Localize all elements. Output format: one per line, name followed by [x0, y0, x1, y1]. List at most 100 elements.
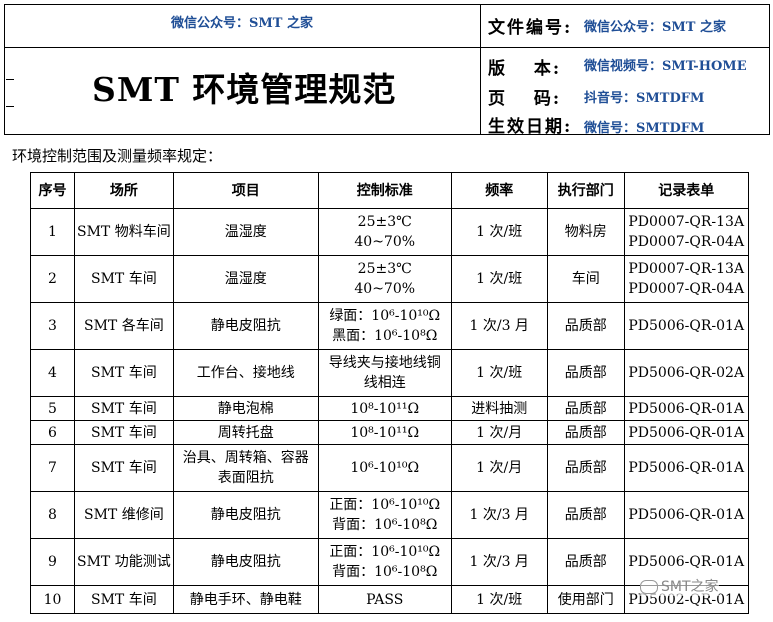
item-cell: 温湿度 [172, 255, 319, 303]
standard-line: 线相连 [363, 375, 406, 391]
table-header-row: 序号 场所 项目 控制标准 频率 执行部门 记录表单 [30, 172, 749, 209]
standard-cell: 绿面：10⁶-10¹⁰Ω 黑面：10⁶-10⁸Ω [317, 302, 452, 350]
table-row: 2 SMT 车间 温湿度 25±3℃ 40~70% 1 次/班 车间 PD0007-QR-13… [30, 255, 749, 303]
record-form-line: PD0007-QR-13A [628, 261, 745, 277]
standard-line: 10⁸-10¹¹Ω [350, 400, 420, 417]
column-header: 控制标准 [317, 172, 452, 209]
department-cell: 品质部 [546, 538, 625, 586]
item-cell: 静电手环、静电鞋 [172, 585, 319, 614]
department-cell: 车间 [546, 255, 625, 303]
standard-cell: 10⁸-10¹¹Ω [317, 420, 452, 445]
frequency-cell: 1 次/月 [450, 420, 548, 445]
record-form-cell: PD5006-QR-01A [623, 302, 749, 350]
margin-mark [6, 106, 14, 107]
watermark: SMT之家 [640, 576, 719, 596]
item-line: 表面阻抗 [217, 470, 274, 486]
standard-line: 40~70% [354, 234, 416, 250]
document-header: 微信公众号：SMT 之家 SMT 环境管理规范 文件编号: 微信公众号：SMT … [0, 0, 773, 138]
standard-cell: 正面：10⁶-10¹⁰Ω 背面：10⁶-10⁸Ω [317, 491, 452, 539]
place-cell: SMT 维修间 [74, 491, 174, 539]
frequency-cell: 1 次/3 月 [450, 491, 548, 539]
standard-cell: 正面：10⁶-10¹⁰Ω 背面：10⁶-10⁸Ω [317, 538, 452, 586]
table-row: 4 SMT 车间 工作台、接地线 导线夹与接地线铜 线相连 1 次/班 品质部 PD5006-… [30, 349, 749, 397]
department-cell: 品质部 [546, 420, 625, 445]
record-form-line: PD5006-QR-01A [628, 460, 745, 476]
column-header: 序号 [30, 172, 75, 209]
header-divider [4, 47, 481, 48]
standard-line: 正面：10⁶-10¹⁰Ω [329, 544, 441, 560]
standard-line: 导线夹与接地线铜 [328, 355, 441, 371]
standard-cell: 25±3℃ 40~70% [317, 255, 452, 303]
standard-line: 黑面：10⁶-10⁸Ω [332, 328, 438, 344]
item-cell: 周转托盘 [172, 420, 319, 445]
version-value: 微信视频号：SMT-HOME [584, 59, 747, 74]
table-row: 7 SMT 车间 治具、周转箱、容器 表面阻抗 10⁶-10¹⁰Ω 1 次/月 品质部 PD5… [30, 444, 749, 492]
column-header: 场所 [74, 172, 174, 209]
record-form-cell: PD0007-QR-13A PD0007-QR-04A [623, 208, 749, 256]
frequency-cell: 1 次/班 [450, 255, 548, 303]
header-divider [480, 47, 770, 48]
item-cell: 工作台、接地线 [172, 349, 319, 397]
place-cell: SMT 各车间 [74, 302, 174, 350]
department-cell: 品质部 [546, 396, 625, 421]
row-number-cell: 9 [30, 538, 75, 586]
row-number-cell: 8 [30, 491, 75, 539]
effective-date-value: 微信号：SMTDFM [584, 121, 705, 136]
file-number-value: 微信公众号：SMT 之家 [584, 20, 726, 35]
standard-line: 背面：10⁶-10⁸Ω [332, 517, 438, 533]
page-value: 抖音号：SMTDFM [584, 91, 705, 106]
place-cell: SMT 功能测试 [74, 538, 174, 586]
row-number-cell: 10 [30, 585, 75, 614]
row-number-cell: 6 [30, 420, 75, 445]
row-number-cell: 3 [30, 302, 75, 350]
place-cell: SMT 车间 [74, 444, 174, 492]
frequency-cell: 1 次/班 [450, 208, 548, 256]
row-number-cell: 4 [30, 349, 75, 397]
column-header: 频率 [450, 172, 548, 209]
effective-date-label: 生效日期: [488, 117, 573, 137]
item-cell: 治具、周转箱、容器 表面阻抗 [172, 444, 319, 492]
place-cell: SMT 车间 [74, 585, 174, 614]
standard-line: 25±3℃ [357, 261, 412, 277]
record-form-line: PD0007-QR-04A [628, 234, 745, 250]
item-cell: 静电泡棉 [172, 396, 319, 421]
column-header: 项目 [172, 172, 319, 209]
page-label: 页 码: [488, 89, 562, 109]
department-cell: 品质部 [546, 349, 625, 397]
standard-line: 背面：10⁶-10⁸Ω [332, 564, 438, 580]
frequency-cell: 1 次/班 [450, 349, 548, 397]
record-form-line: PD5006-QR-01A [628, 400, 745, 417]
standard-cell: 25±3℃ 40~70% [317, 208, 452, 256]
standard-cell: 10⁶-10¹⁰Ω [317, 444, 452, 492]
record-form-line: PD5006-QR-01A [628, 318, 745, 334]
place-cell: SMT 车间 [74, 349, 174, 397]
document-title: SMT 环境管理规范 [92, 70, 397, 109]
section-title: 环境控制范围及测量频率规定： [12, 147, 223, 165]
place-cell: SMT 物料车间 [74, 208, 174, 256]
row-number-cell: 5 [30, 396, 75, 421]
frequency-cell: 1 次/3 月 [450, 538, 548, 586]
item-cell: 静电皮阻抗 [172, 491, 319, 539]
frequency-cell: 1 次/月 [450, 444, 548, 492]
frequency-cell: 进料抽测 [450, 396, 548, 421]
standard-line: 绿面：10⁶-10¹⁰Ω [329, 308, 441, 324]
item-cell: 静电皮阻抗 [172, 538, 319, 586]
table-row: 6 SMT 车间 周转托盘 10⁸-10¹¹Ω 1 次/月 品质部 PD5006-QR-01… [30, 420, 749, 445]
record-form-line: PD0007-QR-13A [628, 214, 745, 230]
standard-line: 25±3℃ [357, 214, 412, 230]
record-form-line: PD5006-QR-01A [628, 507, 745, 523]
table-row: 5 SMT 车间 静电泡棉 10⁸-10¹¹Ω 进料抽测 品质部 PD5006-QR-01A [30, 396, 749, 421]
record-form-cell: PD5006-QR-01A [623, 444, 749, 492]
record-form-line: PD5006-QR-02A [628, 365, 745, 381]
standard-line: PASS [366, 591, 404, 608]
record-form-line: PD5006-QR-01A [628, 554, 745, 570]
item-cell: 静电皮阻抗 [172, 302, 319, 350]
row-number-cell: 7 [30, 444, 75, 492]
standard-line: 40~70% [354, 281, 416, 297]
item-cell: 温湿度 [172, 208, 319, 256]
place-cell: SMT 车间 [74, 396, 174, 421]
department-cell: 品质部 [546, 444, 625, 492]
table-row: 8 SMT 维修间 静电皮阻抗 正面：10⁶-10¹⁰Ω 背面：10⁶-10⁸Ω 1 次/… [30, 491, 749, 539]
department-cell: 品质部 [546, 302, 625, 350]
column-header: 记录表单 [623, 172, 749, 209]
